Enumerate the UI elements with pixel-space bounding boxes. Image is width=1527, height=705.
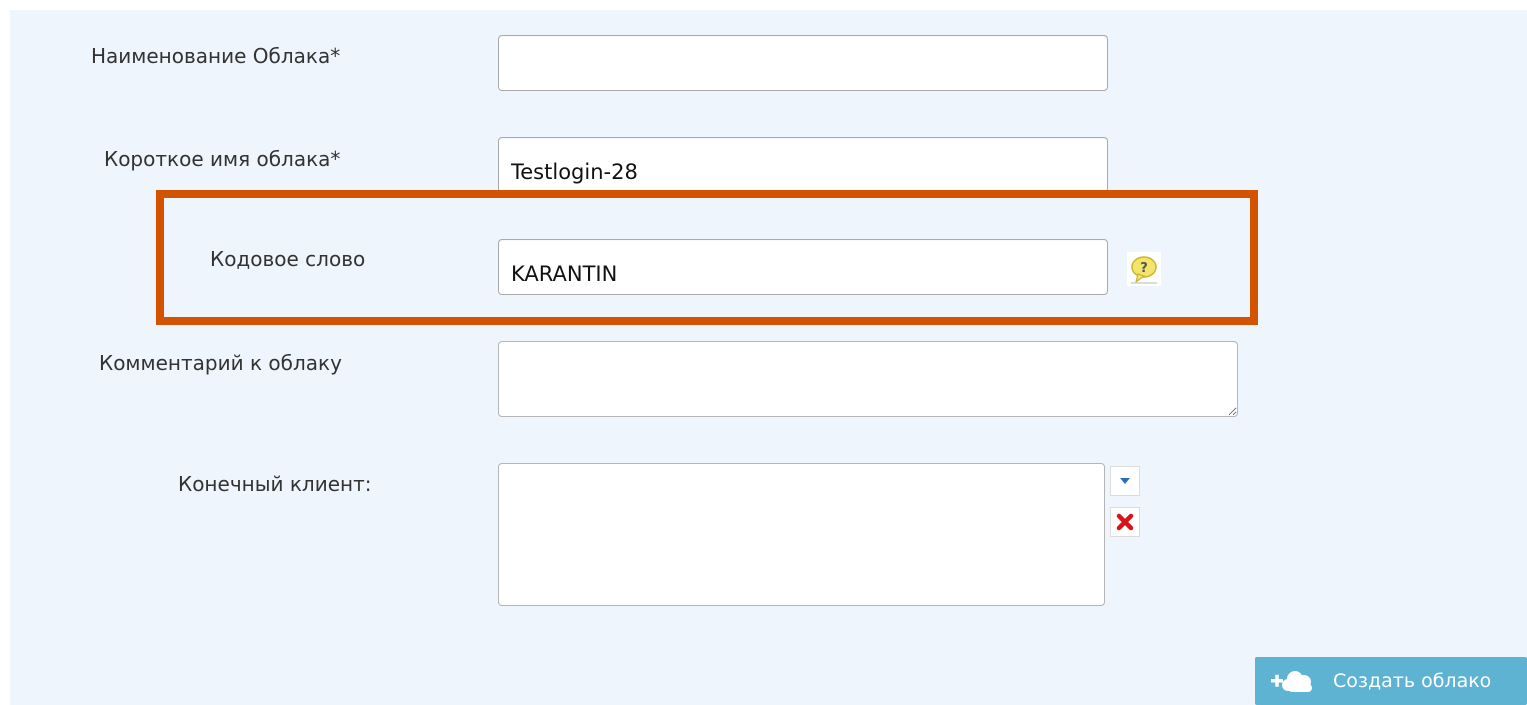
chevron-down-icon [1120,478,1130,484]
cloud-short-name-label: Короткое имя облака* [104,147,341,171]
cloud-name-label: Наименование Облака* [91,44,341,68]
create-cloud-label: Создать облако [1333,670,1492,692]
code-word-input[interactable] [498,239,1108,295]
cloud-short-name-input[interactable] [498,137,1108,193]
end-client-dropdown-button[interactable] [1110,466,1140,496]
end-client-listbox[interactable] [498,463,1105,606]
code-word-label: Кодовое слово [210,247,366,271]
end-client-label: Конечный клиент: [178,472,372,496]
cloud-comment-label: Комментарий к облаку [99,351,342,375]
help-bubble-svg: ? [1127,252,1161,286]
end-client-clear-button[interactable] [1110,507,1140,537]
add-cloud-icon [1271,671,1312,692]
create-cloud-button[interactable]: Создать облако [1255,657,1527,705]
svg-text:?: ? [1140,261,1148,276]
cloud-comment-textarea[interactable] [498,341,1238,417]
cloud-form-panel: Наименование Облака* Короткое имя облака… [10,10,1527,705]
cloud-name-input[interactable] [498,35,1108,91]
red-x-clear-icon [1116,513,1134,531]
help-speech-bubble-icon[interactable]: ? [1127,252,1161,286]
